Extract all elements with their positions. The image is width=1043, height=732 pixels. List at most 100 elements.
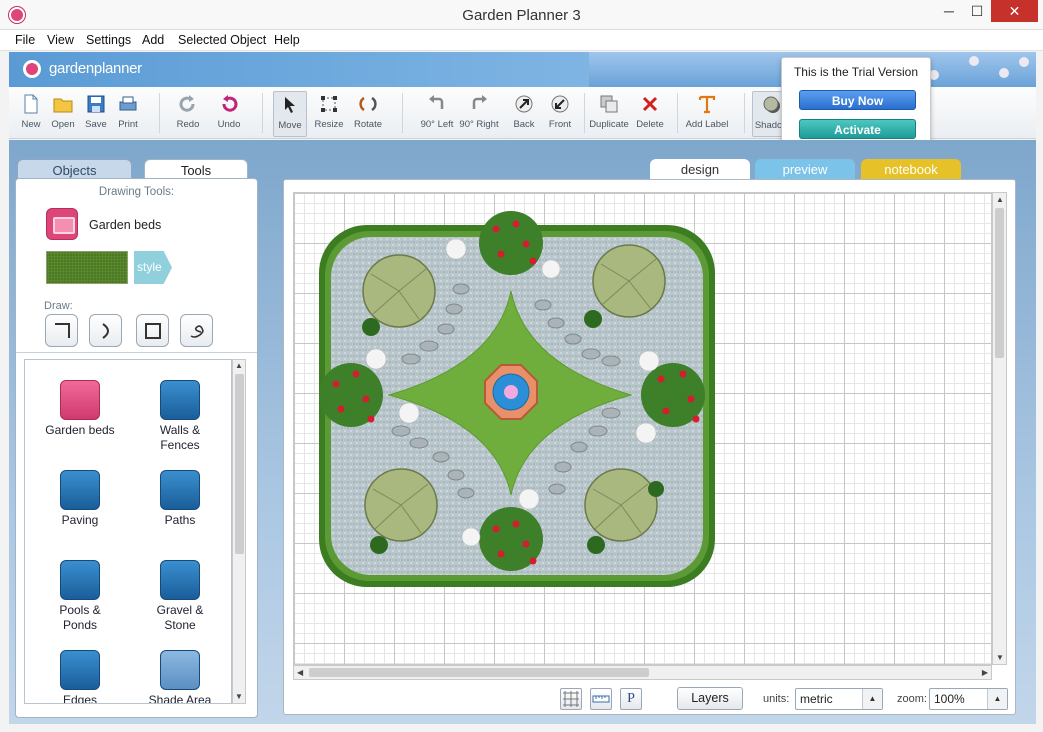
menu-selected-object[interactable]: Selected Object [178,33,266,47]
shadow-circle-icon [763,96,780,113]
print-button[interactable]: Print [106,91,150,137]
ruler-icon [592,695,610,703]
minimize-button[interactable]: ─ [938,0,960,22]
resize-tool-button[interactable]: Resize [307,91,351,137]
title-bar: Garden Planner 3 ─ ☐ ✕ [0,0,1043,30]
draw-label: Draw: [44,300,73,312]
category-pools-ponds[interactable]: Pools & Ponds [30,560,130,633]
printer-icon [119,96,137,111]
selected-tool-label: Garden beds [89,218,162,232]
zoom-label: zoom: [897,693,927,705]
brand-logo-text: gardenplanner [49,60,142,77]
path-stones-icon [160,470,200,510]
paving-icon [60,470,100,510]
units-dropdown-icon[interactable]: ▲ [862,689,882,709]
menu-help[interactable]: Help [274,33,300,47]
menu-settings[interactable]: Settings [86,33,131,47]
shade-area-icon [160,650,200,690]
zoom-select[interactable]: 100% ▲ [929,688,1008,710]
rotate-right-icon [472,95,487,109]
rotate-tool-button[interactable]: Rotate [346,91,390,137]
pond-icon [60,560,100,600]
canvas-scroll-right-icon[interactable]: ▶ [982,668,988,677]
scroll-down-arrow-icon[interactable]: ▼ [233,691,245,703]
draw-rectangle-button[interactable] [136,314,169,347]
fence-icon [160,380,200,420]
edging-icon [60,650,100,690]
close-button[interactable]: ✕ [991,0,1038,22]
canvas-vscroll-thumb[interactable] [995,208,1004,358]
undo-button[interactable]: Undo [207,91,251,137]
add-label-button[interactable]: Add Label [685,91,729,137]
rotate-left-icon [429,95,444,109]
units-label: units: [763,693,790,705]
ruler-toggle-button[interactable] [590,688,612,710]
category-edges[interactable]: Edges [30,650,130,703]
tab-preview[interactable]: preview [755,159,855,181]
category-list: Garden beds Walls & Fences Paving Paths … [24,359,232,704]
fill-texture-swatch[interactable] [46,251,128,284]
garden-bed-tool-icon[interactable] [46,208,78,240]
drawing-tools-heading: Drawing Tools: [98,186,175,198]
duplicate-icon [600,95,618,113]
zoom-dropdown-icon[interactable]: ▲ [987,689,1007,709]
redo-button[interactable]: Redo [166,91,210,137]
rotate-90-right-button[interactable]: 90° Right [457,91,501,137]
canvas-hscroll-thumb[interactable] [309,668,649,677]
grid-toggle-button[interactable] [560,688,582,710]
trial-message: This is the Trial Version [793,65,919,79]
menu-file[interactable]: File [15,33,35,47]
activate-button[interactable]: Activate [799,119,916,139]
canvas-horizontal-scrollbar[interactable]: ◀ ▶ [293,665,992,680]
tab-notebook[interactable]: notebook [861,159,961,181]
category-walls-fences[interactable]: Walls & Fences [130,380,230,453]
folder-icon [53,98,73,113]
units-value: metric [800,692,833,706]
grid-icon [563,691,579,707]
trial-popup: This is the Trial Version Buy Now Activa… [781,57,931,149]
canvas-scroll-up-icon[interactable]: ▲ [996,195,1004,204]
duplicate-button[interactable]: Duplicate [587,91,631,137]
menu-add[interactable]: Add [142,33,164,47]
layers-button[interactable]: Layers [677,687,743,710]
resize-handles-icon [321,96,337,112]
window-title: Garden Planner 3 [462,7,581,24]
category-gravel-stone[interactable]: Gravel & Stone [130,560,230,633]
send-back-icon [515,95,533,113]
freehand-icon [190,325,204,338]
maximize-button[interactable]: ☐ [966,0,988,22]
category-paving[interactable]: Paving [30,470,130,528]
move-tool-button[interactable]: Move [273,91,307,137]
draw-arc-button[interactable] [89,314,122,347]
scroll-thumb[interactable] [235,374,244,554]
menu-view[interactable]: View [47,33,74,47]
bring-front-button[interactable]: Front [538,91,582,137]
rectangle-icon [145,323,161,339]
garden-bed-icon [60,380,100,420]
text-t-icon [698,95,716,114]
draw-freehand-button[interactable] [180,314,213,347]
canvas-vertical-scrollbar[interactable]: ▲ ▼ [992,192,1007,665]
category-garden-beds[interactable]: Garden beds [30,380,130,438]
canvas-scroll-down-icon[interactable]: ▼ [996,653,1004,662]
rotate-icon [359,96,377,112]
garden-design[interactable] [311,199,721,591]
buy-now-button[interactable]: Buy Now [799,90,916,110]
rotate-90-left-button[interactable]: 90° Left [415,91,459,137]
undo-icon [222,95,238,112]
arc-icon [102,323,109,339]
fountain [484,364,538,420]
gravel-icon [160,560,200,600]
plant-labels-button[interactable]: P [620,688,642,710]
scroll-up-arrow-icon[interactable]: ▲ [233,360,245,372]
category-paths[interactable]: Paths [130,470,230,528]
canvas-scroll-left-icon[interactable]: ◀ [297,668,303,677]
delete-button[interactable]: Delete [628,91,672,137]
draw-polyline-button[interactable] [45,314,78,347]
category-list-scrollbar[interactable]: ▲ ▼ [232,359,246,704]
tab-design[interactable]: design [650,159,750,181]
category-shade-area[interactable]: Shade Area [130,650,230,703]
polyline-icon [55,323,70,338]
units-select[interactable]: metric ▲ [795,688,883,710]
pointer-arrow-icon [285,97,295,113]
